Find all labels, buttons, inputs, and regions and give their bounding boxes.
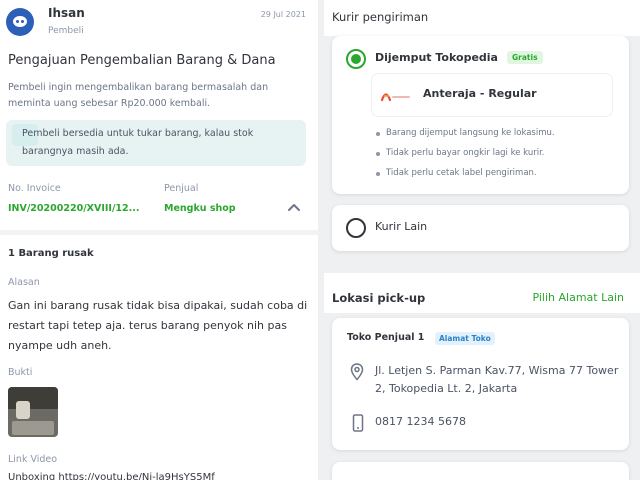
phone-icon	[352, 414, 364, 432]
request-date: 29 Jul 2021	[260, 10, 306, 19]
store-address-card: Toko Penjual 1 Alamat Toko Jl. Letjen S.…	[332, 318, 629, 450]
reason-label: Alasan	[8, 277, 40, 288]
location-header: Lokasi pick-up Pilih Alamat Lain	[324, 273, 640, 313]
avatar	[6, 8, 34, 36]
section-divider	[0, 230, 318, 235]
other-courier-label: Kurir Lain	[375, 220, 428, 233]
list-item: Tidak perlu cetak label pengiriman.	[376, 163, 555, 183]
video-label: Link Video	[8, 454, 58, 465]
buyer-name: Ihsan	[48, 6, 85, 20]
seller-label: Penjual	[164, 183, 199, 194]
seller-link[interactable]: Mengku shop	[164, 203, 236, 214]
proof-label: Bukti	[8, 367, 33, 378]
exchange-note: Pembeli bersedia untuk tukar barang, kal…	[6, 120, 306, 166]
location-title: Lokasi pick-up	[332, 291, 426, 305]
pickup-option-label: Dijemput Tokopedia	[375, 51, 498, 64]
courier-panel: Kurir pengiriman Dijemput Tokopedia Grat…	[324, 0, 640, 480]
items-heading: 1 Barang rusak	[8, 248, 94, 259]
courier-header: Kurir pengiriman	[324, 0, 640, 36]
courier-service: Anteraja - Regular	[372, 74, 612, 116]
radio-selected-icon[interactable]	[346, 49, 366, 69]
pickup-benefits-list: Barang dijemput langsung ke lokasimu. Ti…	[376, 123, 555, 183]
chevron-up-icon[interactable]	[287, 201, 301, 213]
change-address-link[interactable]: Pilih Alamat Lain	[532, 291, 624, 304]
request-title: Pengajuan Pengembalian Barang & Dana	[8, 53, 276, 68]
store-address-badge: Alamat Toko	[435, 332, 495, 345]
next-card	[332, 462, 629, 480]
video-link[interactable]: Unboxing https://youtu.be/Nj-la9HsYS5Mf	[8, 472, 215, 480]
location-pin-icon	[350, 363, 364, 381]
store-address: Jl. Letjen S. Parman Kav.77, Wisma 77 To…	[375, 364, 619, 395]
store-name: Toko Penjual 1	[347, 332, 425, 343]
invoice-label: No. Invoice	[8, 183, 61, 194]
request-description: Pembeli ingin mengembalikan barang berma…	[8, 82, 269, 109]
invoice-link[interactable]: INV/20200220/XVIII/12...	[8, 203, 139, 214]
buyer-role: Pembeli	[48, 26, 84, 36]
anteraja-logo-icon	[380, 93, 410, 102]
exchange-note-text: Pembeli bersedia untuk tukar barang, kal…	[22, 128, 254, 157]
reason-text: Gan ini barang rusak tidak bisa dipakai,…	[8, 299, 308, 352]
list-item: Tidak perlu bayar ongkir lagi ke kurir.	[376, 143, 555, 163]
radio-unselected-icon[interactable]	[346, 218, 366, 238]
pickup-option-card[interactable]: Dijemput Tokopedia Gratis Anteraja - Reg…	[332, 36, 629, 194]
proof-thumbnail[interactable]	[8, 387, 58, 437]
return-request-panel: Ihsan Pembeli 29 Jul 2021 Pengajuan Peng…	[0, 0, 318, 480]
store-phone: 0817 1234 5678	[375, 415, 466, 428]
other-courier-card[interactable]: Kurir Lain	[332, 205, 629, 251]
free-badge: Gratis	[507, 51, 543, 64]
list-item: Barang dijemput langsung ke lokasimu.	[376, 123, 555, 143]
service-name: Anteraja - Regular	[423, 87, 537, 100]
courier-title: Kurir pengiriman	[332, 10, 429, 24]
